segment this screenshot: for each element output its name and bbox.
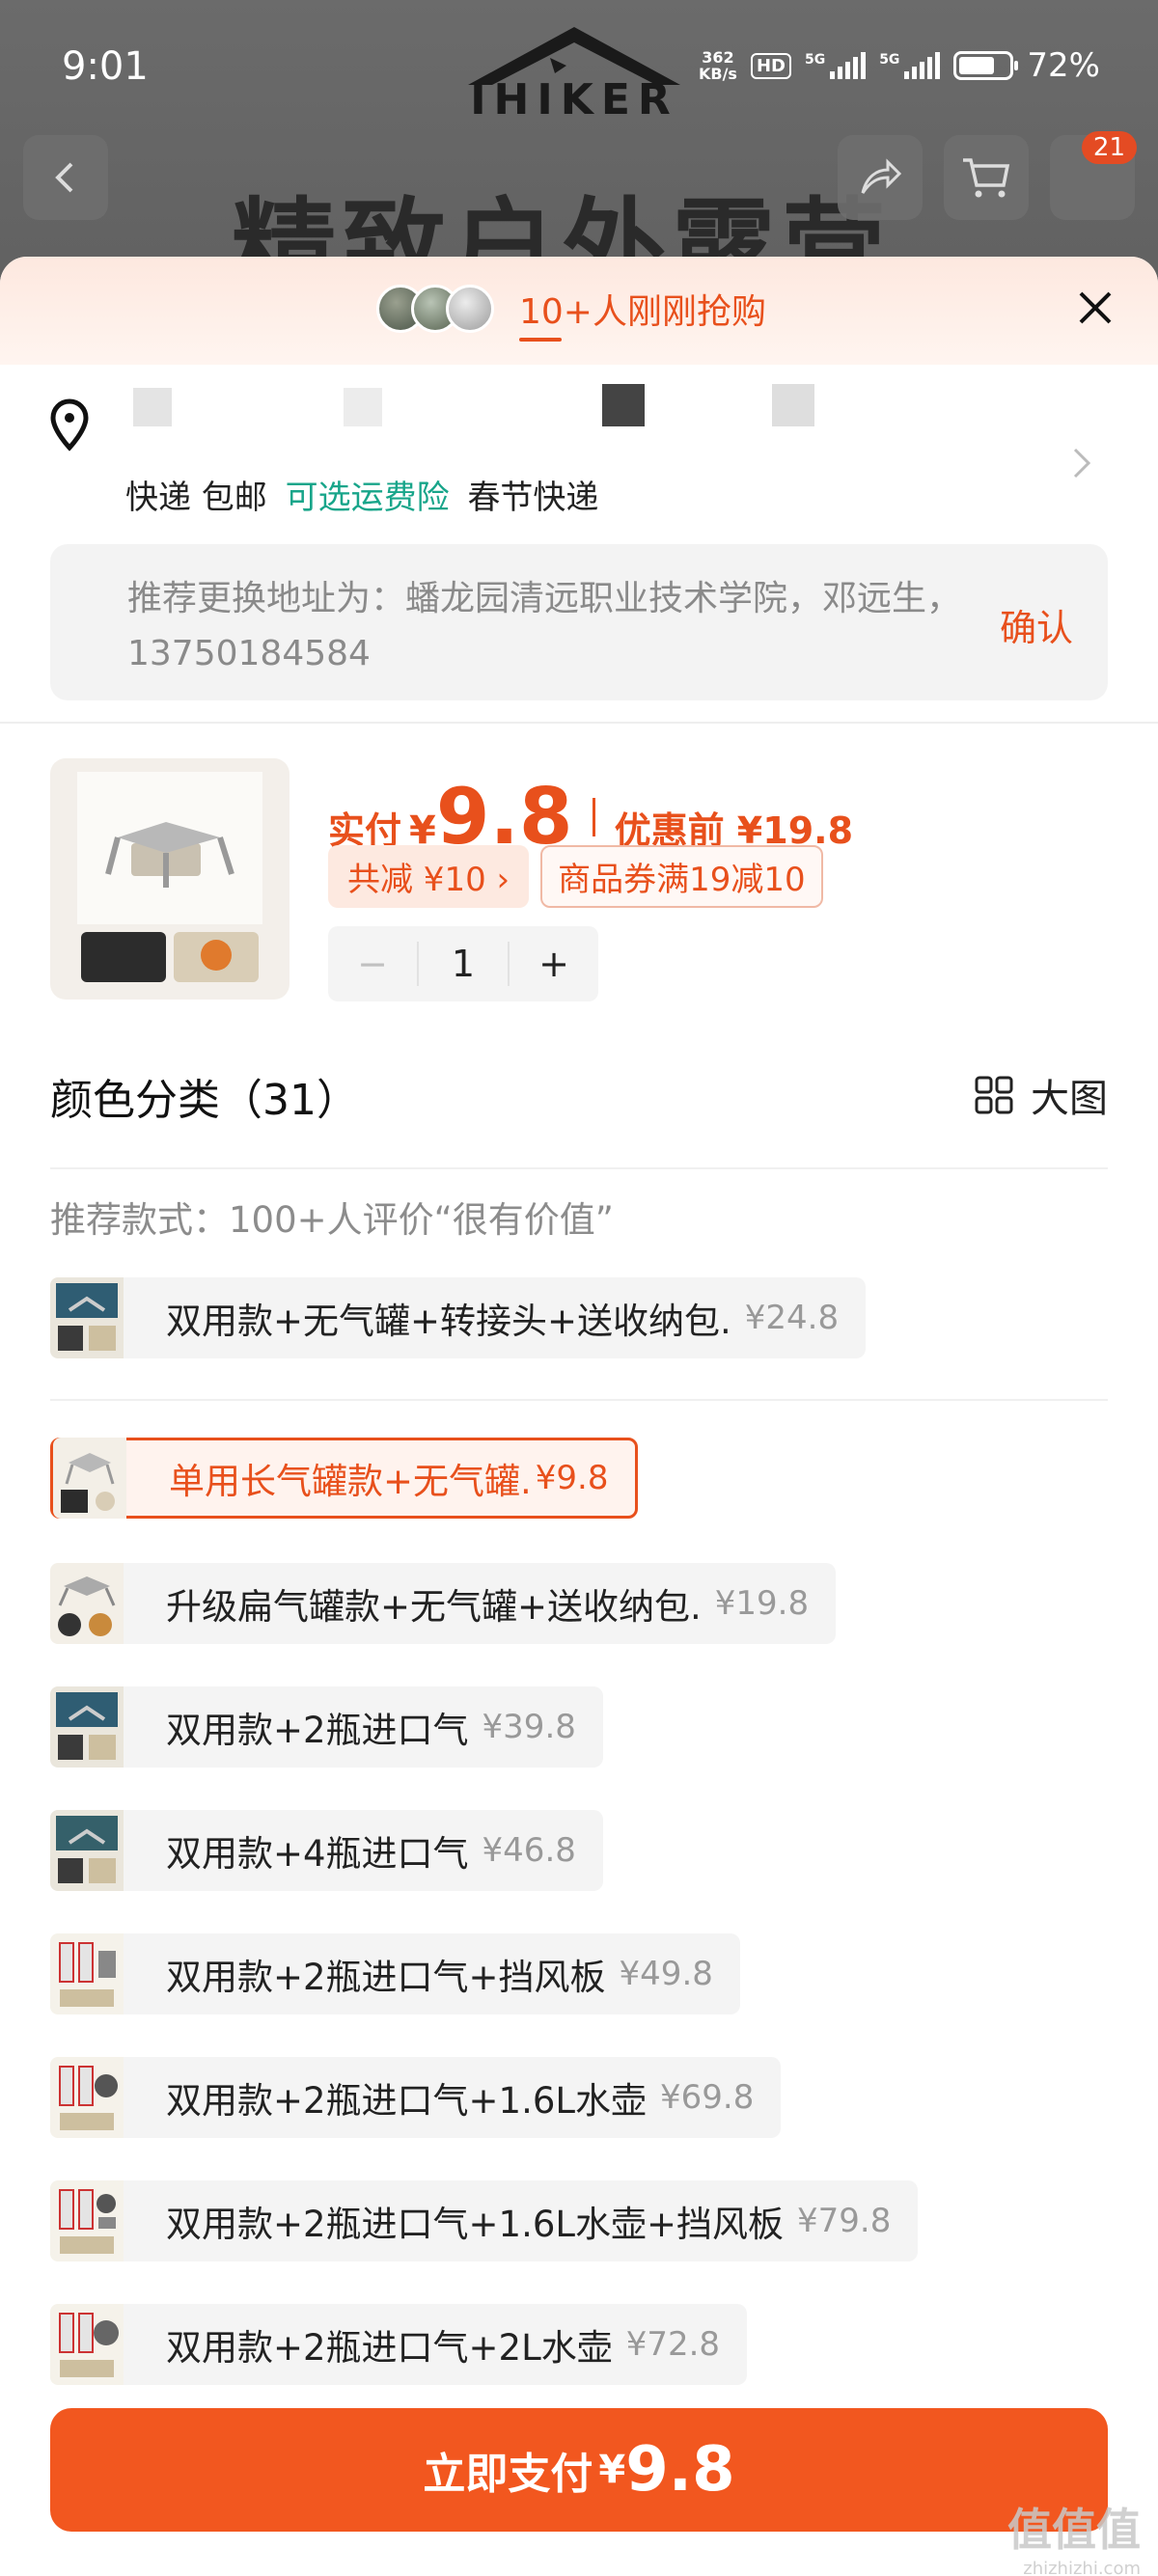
stove-product-icon <box>77 772 262 982</box>
total-savings-tag[interactable]: 共减 ¥10 › <box>328 845 530 908</box>
color-category-title: 颜色分类（31） <box>50 1076 359 1125</box>
hd-icon: HD <box>750 52 791 79</box>
coupon-tag: 商品券满19减10 <box>540 845 823 908</box>
rush-text: 10+人刚刚抢购 <box>519 284 766 342</box>
option-thumbnail <box>50 2304 124 2385</box>
divider <box>50 1399 1108 1401</box>
option-thumbnail <box>50 2180 124 2261</box>
net-speed: 362 KB/s <box>698 48 737 83</box>
store-background: 9:01 IHIKER 362 KB/s HD 5G 5G 72% 精致户外露营 <box>0 0 1158 289</box>
option-price: ¥49.8 <box>619 1955 713 1993</box>
cart-button[interactable] <box>944 135 1029 220</box>
sku-option[interactable]: 双用款+4瓶进口气 ¥46.8 <box>50 1810 603 1891</box>
battery-percent: 72% <box>1027 46 1100 85</box>
sku-option[interactable]: 双用款+2瓶进口气+挡风板 ¥49.8 <box>50 1933 740 2014</box>
option-price: ¥9.8 <box>535 1459 609 1497</box>
sku-option[interactable]: 双用款+2瓶进口气+1.6L水壶+挡风板 ¥79.8 <box>50 2180 919 2261</box>
sku-option[interactable]: 双用款+2瓶进口气+1.6L水壶 ¥69.8 <box>50 2057 782 2138</box>
location-pin-icon <box>50 398 89 452</box>
option-price: ¥46.8 <box>482 1831 576 1870</box>
brand-name: IHIKER <box>470 75 678 124</box>
sku-option[interactable]: 双用款+2瓶进口气+2L水壶 ¥72.8 <box>50 2304 748 2385</box>
grid-icon <box>975 1076 1013 1114</box>
option-name: 双用款+2瓶进口气+1.6L水壶+挡风板 <box>166 2204 785 2245</box>
signal-icon: 5G <box>805 52 867 79</box>
brand-logo: IHIKER <box>454 19 695 124</box>
option-price: ¥72.8 <box>625 2325 721 2364</box>
increase-button[interactable]: + <box>510 943 598 985</box>
quantity-stepper: − 1 + <box>328 926 598 1001</box>
signal-icon: 5G <box>879 52 941 79</box>
option-name: 双用款+2瓶进口气+挡风板 <box>166 1957 606 1998</box>
option-thumbnail <box>50 1277 124 1358</box>
option-name: 双用款+2瓶进口气+1.6L水壶 <box>166 2080 647 2122</box>
option-thumbnail <box>50 1810 124 1891</box>
option-name: 升级扁气罐款+无气罐+送收纳包. <box>166 1586 702 1628</box>
cart-badge: 21 <box>1081 131 1137 164</box>
option-thumbnail <box>50 2057 124 2138</box>
sku-option[interactable]: 双用款+无气罐+转接头+送收纳包. ¥24.8 <box>50 1277 867 1358</box>
cart-icon <box>963 158 1010 198</box>
back-button[interactable] <box>23 135 108 220</box>
price-separator <box>592 797 595 836</box>
product-image[interactable] <box>50 758 290 1000</box>
sku-option-selected[interactable]: 单用长气罐款+无气罐. ¥9.8 <box>50 1438 639 1519</box>
status-time: 9:01 <box>62 44 149 89</box>
divider <box>50 1167 1108 1169</box>
more-button[interactable]: 21 <box>1050 131 1137 220</box>
pay-now-button[interactable]: 立即支付 ¥ 9.8 <box>50 2408 1108 2532</box>
option-price: ¥24.8 <box>744 1299 840 1337</box>
rush-buying-indicator: 10+人刚刚抢购 <box>376 284 766 342</box>
recommend-label: 推荐款式：100+人评价“很有价值” <box>50 1199 614 1241</box>
big-image-toggle[interactable]: 大图 <box>975 1067 1108 1123</box>
pay-currency: ¥ <box>598 2448 626 2492</box>
option-thumbnail <box>50 1933 124 2014</box>
option-price: ¥79.8 <box>797 2202 892 2240</box>
share-icon <box>861 158 902 194</box>
option-thumbnail <box>53 1438 126 1519</box>
option-name: 双用款+2瓶进口气 <box>166 1710 469 1751</box>
battery-icon <box>953 51 1019 80</box>
address-masked <box>125 374 878 452</box>
suggestion-text: 推荐更换地址为：蟠龙园清远职业技术学院，邓远生，13750184584 <box>127 579 962 673</box>
quantity-value[interactable]: 1 <box>417 942 510 986</box>
share-button[interactable] <box>838 135 923 220</box>
big-image-label: 大图 <box>1031 1077 1108 1121</box>
option-name: 单用长气罐款+无气罐. <box>169 1461 532 1502</box>
status-icons: 362 KB/s HD 5G 5G 72% <box>699 46 1100 85</box>
option-price: ¥69.8 <box>660 2078 755 2117</box>
decrease-button[interactable]: − <box>328 943 417 985</box>
divider <box>0 722 1158 724</box>
confirm-address-button[interactable]: 确认 <box>1000 598 1073 651</box>
option-price: ¥39.8 <box>482 1708 576 1746</box>
address-suggestion: 推荐更换地址为：蟠龙园清远职业技术学院，邓远生，13750184584 确认 <box>50 544 1108 700</box>
avatar <box>446 285 494 333</box>
shipping-info: 快递 包邮 可选运费险 春节快递 <box>125 479 599 517</box>
chevron-right-icon <box>1073 448 1091 479</box>
pay-amount: 9.8 <box>625 2434 735 2506</box>
buyer-avatars <box>376 285 494 333</box>
site-watermark: 值值值 zhizhizhi.com <box>1007 2504 1141 2576</box>
discount-tags: 共减 ¥10 › 商品券满19减10 <box>328 845 823 908</box>
sku-option[interactable]: 升级扁气罐款+无气罐+送收纳包. ¥19.8 <box>50 1563 837 1644</box>
pay-label: 立即支付 <box>423 2450 593 2499</box>
sheet-header: 10+人刚刚抢购 <box>0 257 1158 365</box>
option-name: 双用款+2瓶进口气+2L水壶 <box>166 2327 613 2369</box>
option-price: ¥19.8 <box>714 1584 810 1623</box>
chevron-left-icon <box>55 162 73 193</box>
close-icon[interactable] <box>1071 284 1119 332</box>
sku-option[interactable]: 双用款+2瓶进口气 ¥39.8 <box>50 1686 603 1768</box>
option-thumbnail <box>50 1563 124 1644</box>
option-thumbnail <box>50 1686 124 1768</box>
option-name: 双用款+4瓶进口气 <box>166 1833 469 1875</box>
option-name: 双用款+无气罐+转接头+送收纳包. <box>166 1301 731 1342</box>
